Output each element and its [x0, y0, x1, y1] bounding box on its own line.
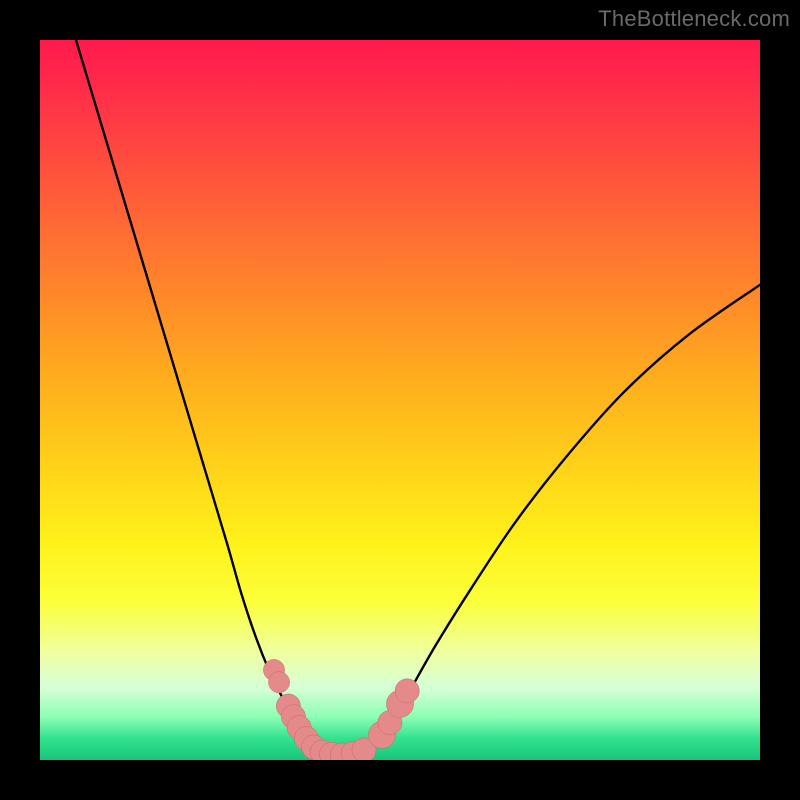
data-marker [395, 679, 419, 703]
data-marker [268, 672, 289, 693]
attribution-label: TheBottleneck.com [598, 6, 790, 32]
chart-frame: TheBottleneck.com [0, 0, 800, 800]
bottleneck-curve [76, 40, 760, 756]
curve-layer [40, 40, 760, 760]
plot-area [40, 40, 760, 760]
data-markers [263, 659, 419, 760]
